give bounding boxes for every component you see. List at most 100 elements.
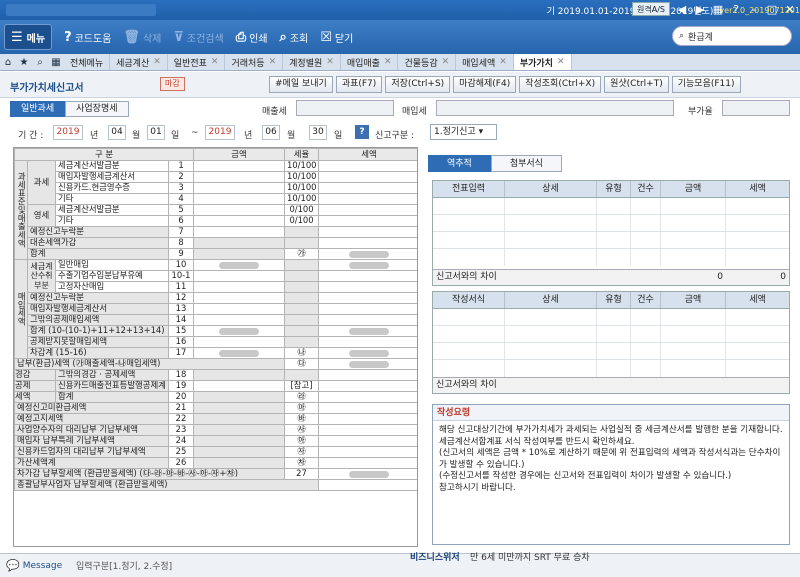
amount-cell[interactable] xyxy=(193,160,286,172)
tax-cell[interactable] xyxy=(318,402,417,414)
tax-cell[interactable] xyxy=(318,281,417,293)
remote-support-button[interactable]: 원격A/S xyxy=(632,2,670,16)
tab-attachments[interactable]: 첨부서식 xyxy=(490,155,562,172)
grid-icon[interactable]: ▦ xyxy=(712,3,724,16)
amount-cell[interactable] xyxy=(193,226,286,238)
tab-client[interactable]: 거래처등 ✕ xyxy=(225,54,284,70)
to-day-input[interactable]: 30 xyxy=(309,125,327,140)
tax-cell[interactable] xyxy=(318,270,417,282)
tax-cell[interactable] xyxy=(318,435,417,447)
grid-row[interactable] xyxy=(433,360,789,377)
grid-row[interactable] xyxy=(433,343,789,360)
tab-vat[interactable]: 부가가치 ✕ xyxy=(513,54,572,70)
write-query-button[interactable]: 작성조회(Ctrl+X) xyxy=(519,76,602,93)
tax-cell[interactable] xyxy=(318,160,417,172)
tab-close-icon[interactable]: ✕ xyxy=(211,57,219,67)
close-icon[interactable]: ✕ xyxy=(784,3,796,16)
tax-cell[interactable] xyxy=(318,204,417,216)
tax-cell[interactable] xyxy=(318,171,417,183)
tax-cell[interactable] xyxy=(318,314,417,326)
tax-cell[interactable] xyxy=(318,457,417,469)
amount-cell[interactable] xyxy=(193,281,286,293)
from-month-input[interactable]: 04 xyxy=(108,125,126,140)
menu-button[interactable]: ☰ 메뉴 xyxy=(4,24,53,50)
search-icon[interactable]: ⌕ xyxy=(32,57,48,68)
tax-base-button[interactable]: 과표(F7) xyxy=(335,76,383,93)
tab-purchase-tax[interactable]: 매입세액 ✕ xyxy=(456,54,514,70)
print-button[interactable]: ⎙ 인쇄 xyxy=(236,30,268,45)
condition-search-button[interactable]: ⊽ 조건검색 xyxy=(173,30,223,45)
tax-cell[interactable] xyxy=(318,380,417,392)
tax-cell[interactable] xyxy=(318,479,417,491)
to-year-input[interactable]: 2019 xyxy=(205,125,235,140)
tax-cell[interactable] xyxy=(318,193,417,205)
save-button[interactable]: 저장(Ctrl+S) xyxy=(385,76,451,93)
mail-send-button[interactable]: #메일 보내기 xyxy=(269,76,333,93)
to-month-input[interactable]: 06 xyxy=(262,125,280,140)
tab-backtrace[interactable]: 역추적 xyxy=(428,155,491,172)
tab-tax-invoice[interactable]: 세금계산 ✕ xyxy=(110,54,168,70)
delete-button[interactable]: 🗑 삭제 xyxy=(123,30,161,45)
tax-cell[interactable] xyxy=(318,226,417,238)
period-help-button[interactable]: ? xyxy=(355,125,369,139)
maximize-icon[interactable]: □ xyxy=(766,3,778,16)
amount-cell[interactable] xyxy=(193,314,286,326)
amount-cell[interactable] xyxy=(193,171,286,183)
amount-cell[interactable] xyxy=(193,270,286,282)
biz-wizard-ticker[interactable]: 만 6세 미만까지 SRT 무료 승차 xyxy=(470,550,590,563)
tab-general-taxation[interactable]: 일반과세 xyxy=(10,101,66,117)
menu-search-input[interactable]: ⌕ 환급계 xyxy=(672,26,792,46)
amount-cell[interactable] xyxy=(193,193,286,205)
grid-row[interactable] xyxy=(433,249,789,266)
unclose-button[interactable]: 마감해제(F4) xyxy=(453,76,517,93)
tax-cell[interactable] xyxy=(318,391,417,403)
grid-row[interactable] xyxy=(433,309,789,326)
amount-cell[interactable] xyxy=(193,204,286,216)
amount-cell[interactable] xyxy=(193,380,286,392)
tax-cell[interactable] xyxy=(318,369,417,381)
close-form-button[interactable]: ☒ 닫기 xyxy=(320,30,353,45)
tax-cell[interactable] xyxy=(318,182,417,194)
tax-cell[interactable] xyxy=(318,303,417,315)
tab-all-menu[interactable]: 전체메뉴 xyxy=(64,54,111,70)
home-icon[interactable]: ⌂ xyxy=(0,57,16,68)
from-day-input[interactable]: 01 xyxy=(147,125,165,140)
tab-close-icon[interactable]: ✕ xyxy=(557,57,565,67)
functions-button[interactable]: 기능모음(F11) xyxy=(671,76,741,93)
tab-account[interactable]: 계정별원 ✕ xyxy=(283,54,341,70)
tab-purchase-sales[interactable]: 매입매출 ✕ xyxy=(341,54,399,70)
amount-cell[interactable] xyxy=(193,215,286,227)
help-icon[interactable]: ? xyxy=(730,3,742,16)
grid-row[interactable] xyxy=(433,215,789,232)
grid-icon[interactable]: ▦ xyxy=(48,57,64,68)
report-type-select[interactable]: 1.정기신고 ▾ xyxy=(430,124,497,140)
tax-cell[interactable] xyxy=(318,446,417,458)
tax-cell[interactable] xyxy=(318,215,417,227)
amount-cell[interactable] xyxy=(193,303,286,315)
grid-row[interactable] xyxy=(433,198,789,215)
tab-close-icon[interactable]: ✕ xyxy=(326,57,334,67)
back-icon[interactable]: ◀ xyxy=(676,3,688,16)
forward-icon[interactable]: ▶ xyxy=(694,3,706,16)
oneshot-button[interactable]: 원샷(Ctrl+T) xyxy=(604,76,669,93)
query-button[interactable]: ⌕ 조회 xyxy=(280,30,309,45)
tax-cell[interactable] xyxy=(318,424,417,436)
tab-close-icon[interactable]: ✕ xyxy=(442,57,450,67)
amount-cell[interactable] xyxy=(193,336,286,348)
tab-close-icon[interactable]: ✕ xyxy=(384,57,392,67)
from-year-input[interactable]: 2019 xyxy=(53,125,83,140)
tax-cell[interactable] xyxy=(318,292,417,304)
tab-business-unit[interactable]: 사업장명세 xyxy=(65,101,129,117)
tab-close-icon[interactable]: ✕ xyxy=(499,57,507,67)
tab-building[interactable]: 건물등감 ✕ xyxy=(398,54,457,70)
code-help-button[interactable]: ? 코드도움 xyxy=(64,30,111,45)
star-icon[interactable]: ★ xyxy=(16,57,32,68)
minimize-icon[interactable]: – xyxy=(748,3,760,16)
tab-general-voucher[interactable]: 일반전표 ✕ xyxy=(168,54,226,70)
tax-cell[interactable] xyxy=(318,237,417,249)
tab-close-icon[interactable]: ✕ xyxy=(269,57,277,67)
amount-cell[interactable] xyxy=(193,182,286,194)
grid-row[interactable] xyxy=(433,232,789,249)
tab-close-icon[interactable]: ✕ xyxy=(153,57,161,67)
grid-row[interactable] xyxy=(433,326,789,343)
